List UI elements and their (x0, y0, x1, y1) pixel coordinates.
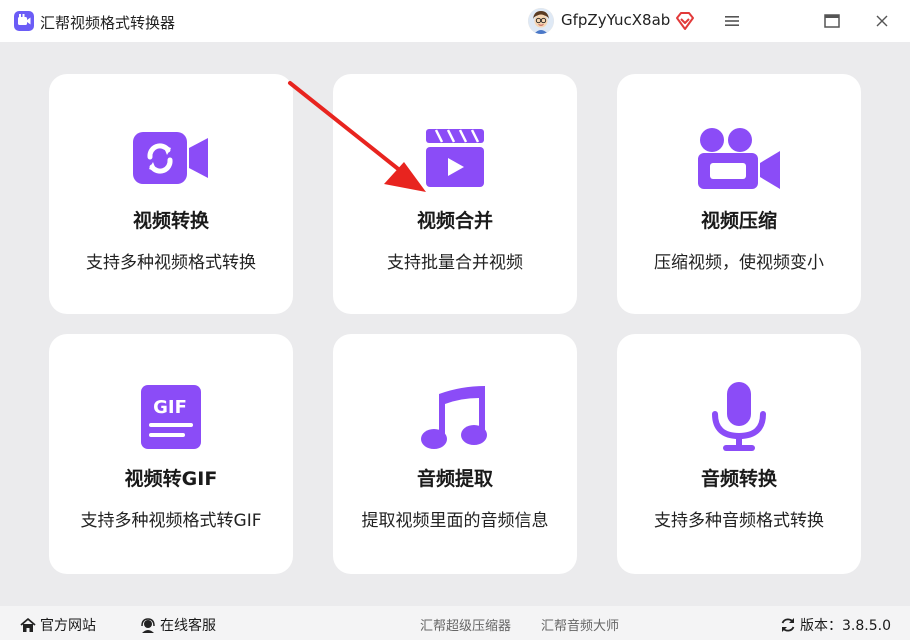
maximize-icon (824, 14, 840, 28)
card-title: 音频提取 (416, 468, 493, 490)
maximize-button[interactable] (818, 7, 846, 35)
version-check[interactable]: 版本：3.8.5.0 (780, 615, 891, 635)
close-button[interactable] (868, 7, 896, 35)
card-video-convert[interactable]: 视频转换 支持多种视频格式转换 (49, 74, 293, 314)
svg-text:GIF: GIF (153, 397, 187, 418)
main-area: 视频转换 支持多种视频格式转换 视频合并 支持批量合并视频 视频压缩 压缩视频，… (0, 42, 910, 606)
card-description: 支持多种视频格式转GIF (80, 511, 262, 531)
customer-service-icon (141, 617, 155, 633)
card-description: 支持多种视频格式转换 (86, 253, 256, 273)
vip-diamond-icon[interactable] (675, 11, 695, 31)
online-service-link[interactable]: 在线客服 (140, 615, 216, 635)
compressor-link[interactable]: 汇帮超级压缩器 (420, 615, 511, 634)
app-title: 汇帮视频格式转换器 (40, 14, 176, 32)
card-description: 支持批量合并视频 (387, 253, 523, 273)
card-title: 视频合并 (416, 210, 493, 232)
refresh-icon (781, 618, 795, 632)
menu-button[interactable] (718, 7, 746, 35)
clapperboard-icon (426, 129, 484, 187)
title-bar: 汇帮视频格式转换器 GfpZyYucX8ab (0, 0, 910, 42)
close-icon (876, 15, 888, 27)
official-site-label: 官方网站 (40, 618, 96, 634)
footer-bar: 官方网站 在线客服 汇帮超级压缩器 汇帮音频大师 版本：3.8.5.0 (0, 606, 910, 640)
user-avatar[interactable] (528, 8, 554, 34)
online-service-label: 在线客服 (160, 618, 216, 634)
username[interactable]: GfpZyYucX8ab (561, 11, 670, 29)
version-label: 版本：3.8.5.0 (800, 618, 891, 634)
card-video-to-gif[interactable]: GIF 视频转GIF 支持多种视频格式转GIF (49, 334, 293, 574)
card-video-compress[interactable]: 视频压缩 压缩视频，使视频变小 (617, 74, 861, 314)
card-title: 音频转换 (700, 468, 777, 490)
card-title: 视频转换 (132, 210, 209, 232)
card-title: 视频压缩 (700, 210, 777, 232)
card-audio-extract[interactable]: 音频提取 提取视频里面的音频信息 (333, 334, 577, 574)
card-title: 视频转GIF (124, 468, 218, 490)
music-note-icon (421, 386, 487, 449)
avatar-icon (528, 8, 554, 34)
card-video-merge[interactable]: 视频合并 支持批量合并视频 (333, 74, 577, 314)
card-audio-convert[interactable]: 音频转换 支持多种音频格式转换 (617, 334, 861, 574)
app-logo-icon (14, 11, 34, 31)
home-icon (20, 617, 36, 632)
card-description: 支持多种音频格式转换 (654, 511, 824, 531)
microphone-icon (712, 382, 766, 451)
hamburger-icon (725, 16, 739, 26)
card-description: 压缩视频，使视频变小 (654, 253, 824, 273)
gif-file-icon: GIF (141, 385, 201, 449)
audio-master-link[interactable]: 汇帮音频大师 (541, 615, 619, 634)
official-site-link[interactable]: 官方网站 (20, 615, 96, 635)
card-description: 提取视频里面的音频信息 (361, 511, 549, 531)
video-camera-icon (698, 128, 780, 189)
video-convert-icon (133, 132, 208, 184)
